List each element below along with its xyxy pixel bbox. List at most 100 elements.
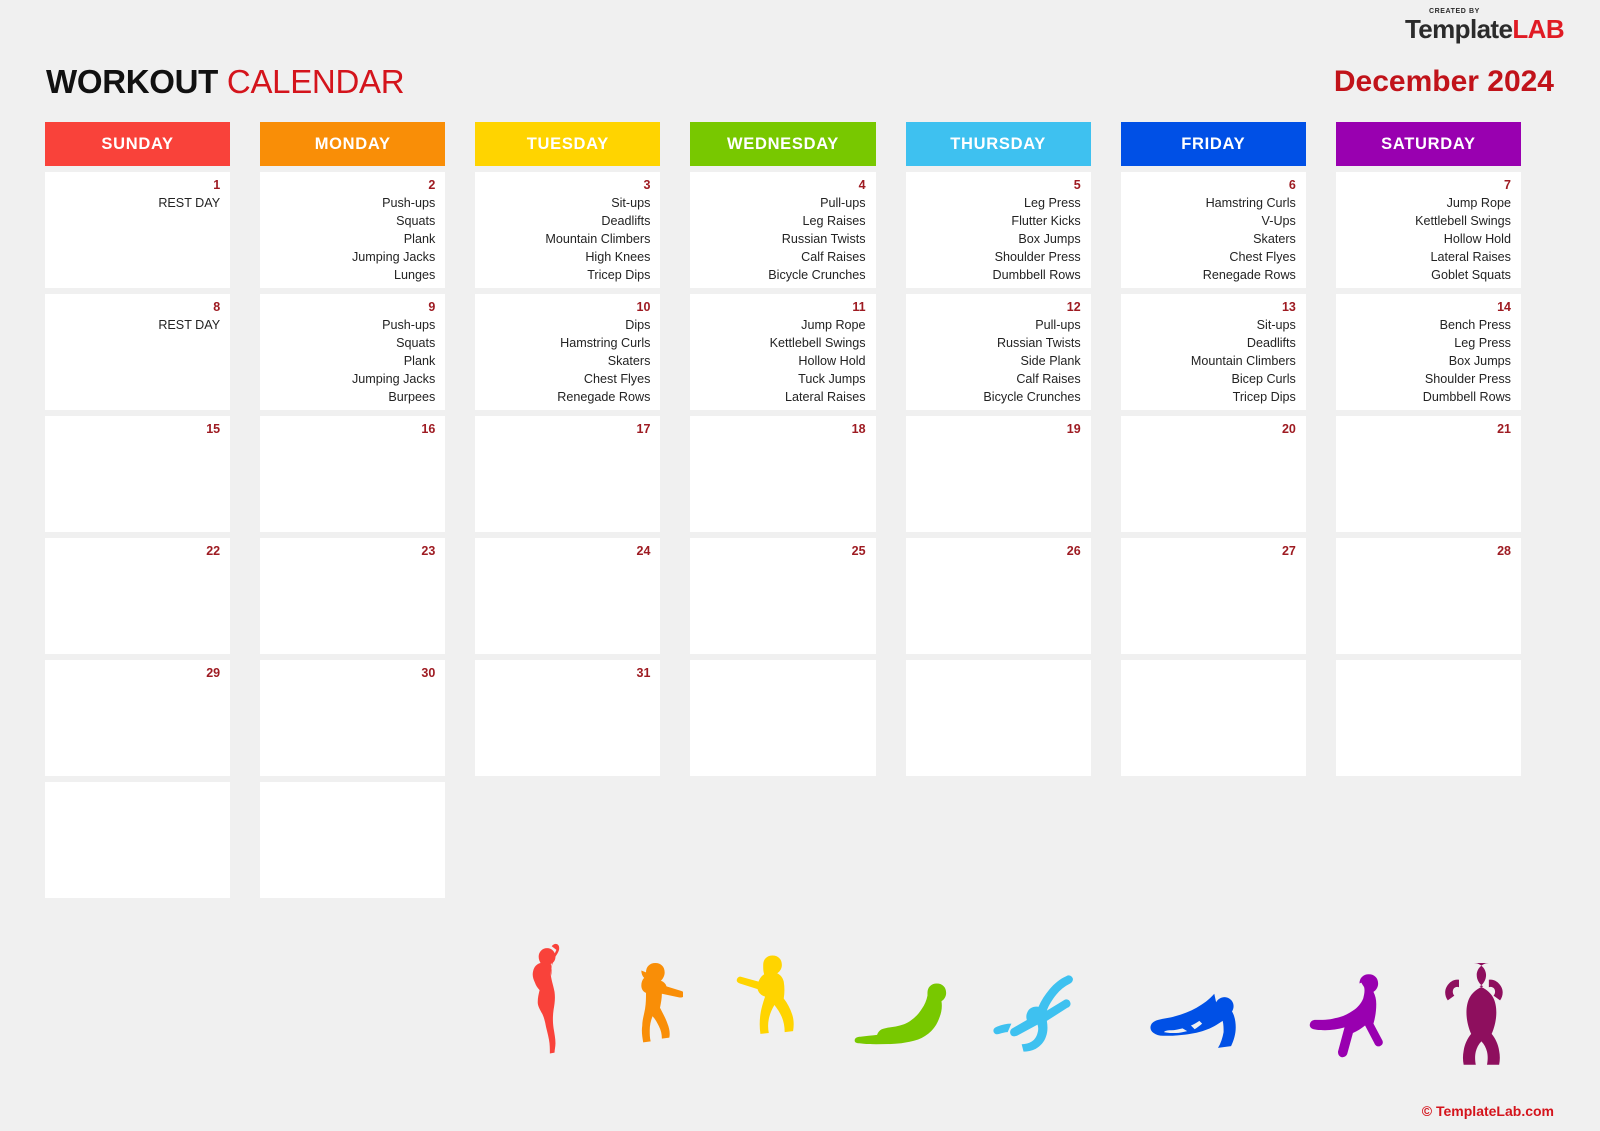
calendar-day-cell[interactable]: 30 (260, 660, 446, 776)
calendar-day-cell[interactable]: 9 Push-ups Squats Plank Jumping Jacks Burpees (260, 294, 446, 410)
calendar-grid: SUNDAY MONDAY TUESDAY WEDNESDAY THURSDAY FRID… (45, 122, 1521, 898)
exercise-item: Push-ups (382, 196, 436, 210)
calendar-week-row: 1 REST DAY 2 Push-ups Squats Plank Jumping Jac… (45, 172, 1521, 288)
calendar-empty-cell[interactable] (905, 660, 1091, 776)
calendar-day-cell[interactable]: 28 (1335, 538, 1521, 654)
day-number: 26 (1066, 544, 1081, 558)
calendar-day-cell[interactable]: 29 (45, 660, 231, 776)
exercise-item: Push-ups (382, 318, 436, 332)
day-header-thursday: THURSDAY (905, 122, 1091, 166)
calendar-day-cell[interactable]: 5 Leg Press Flutter Kicks Box Jumps Shoulder… (905, 172, 1091, 288)
exercise-item: Tricep Dips (587, 268, 651, 282)
calendar-day-cell[interactable]: 17 (475, 416, 661, 532)
exercise-item: Hamstring Curls (560, 336, 651, 350)
calendar-empty-cell[interactable] (45, 782, 231, 898)
title-workout-text: WORKOUT (46, 63, 219, 100)
exercise-silhouettes (520, 930, 1520, 1075)
calendar-empty-cell[interactable] (1335, 660, 1521, 776)
lunge-stretch-figure (1310, 974, 1384, 1058)
exercise-item: Box Jumps (1448, 354, 1511, 368)
exercise-list: Jump Rope Kettlebell Swings Hollow Hold Tuc… (698, 316, 866, 406)
calendar-day-cell[interactable]: 14 Bench Press Leg Press Box Jumps Shoulder … (1335, 294, 1521, 410)
calendar-day-cell[interactable]: 2 Push-ups Squats Plank Jumping Jacks Lunges (260, 172, 446, 288)
calendar-day-cell[interactable]: 20 (1120, 416, 1306, 532)
exercise-item: Dumbbell Rows (992, 268, 1081, 282)
calendar-day-cell[interactable]: 24 (475, 538, 661, 654)
day-header-monday: MONDAY (260, 122, 446, 166)
title-calendar-text: CALENDAR (226, 63, 405, 100)
exercise-list: Pull-ups Leg Raises Russian Twists Calf Rai… (698, 194, 865, 284)
day-number: 5 (1073, 178, 1081, 192)
calendar-empty-cell[interactable] (260, 782, 446, 898)
day-header-friday: FRIDAY (1120, 122, 1306, 166)
calendar-day-cell[interactable]: 18 (690, 416, 876, 532)
day-number: 22 (206, 544, 221, 558)
calendar-empty-cell (1336, 782, 1521, 898)
exercise-item: Squats (396, 336, 436, 350)
cobra-stretch-figure (854, 983, 947, 1045)
exercise-item: V-Ups (1261, 214, 1296, 228)
exercise-item: Jumping Jacks (351, 372, 436, 386)
plank-figure (1150, 993, 1236, 1048)
calendar-empty-cell[interactable] (690, 660, 876, 776)
day-number: 28 (1497, 544, 1511, 558)
day-number: 25 (851, 544, 866, 558)
day-header-row: SUNDAY MONDAY TUESDAY WEDNESDAY THURSDAY FRID… (45, 122, 1521, 166)
calendar-day-cell[interactable]: 8 REST DAY (45, 294, 231, 410)
calendar-day-cell[interactable]: 27 (1120, 538, 1306, 654)
calendar-day-cell[interactable]: 23 (260, 538, 446, 654)
calendar-day-cell[interactable]: 13 Sit-ups Deadlifts Mountain Climbers Bicep… (1120, 294, 1306, 410)
calendar-day-cell[interactable]: 25 (690, 538, 876, 654)
logo-template-text: Template (1404, 14, 1513, 44)
exercise-item: Dumbbell Rows (1422, 390, 1511, 404)
page-title: WORKOUT CALENDAR (46, 63, 405, 101)
exercise-list: Pull-ups Russian Twists Side Plank Calf Rai… (914, 316, 1080, 406)
calendar-day-cell[interactable]: 10 Dips Hamstring Curls Skaters Chest Flyes R… (475, 294, 661, 410)
exercise-item: REST DAY (158, 318, 221, 332)
exercise-item: Mountain Climbers (545, 232, 651, 246)
exercise-item: Mountain Climbers (1190, 354, 1296, 368)
calendar-day-cell[interactable]: 1 REST DAY (45, 172, 231, 288)
calendar-day-cell[interactable]: 21 (1335, 416, 1521, 532)
exercise-item: High Knees (585, 250, 651, 264)
exercise-list: Sit-ups Deadlifts Mountain Climbers High Kn… (483, 194, 650, 284)
calendar-day-cell[interactable]: 22 (45, 538, 231, 654)
day-number: 4 (858, 178, 866, 192)
exercise-item: Box Jumps (1018, 232, 1081, 246)
squat-punch-figure (640, 963, 683, 1043)
day-number: 20 (1281, 422, 1296, 436)
calendar-day-cell[interactable]: 7 Jump Rope Kettlebell Swings Hollow Hold La… (1335, 172, 1521, 288)
calendar-weeks: 1 REST DAY 2 Push-ups Squats Plank Jumping Jac… (45, 172, 1521, 898)
exercise-item: Hamstring Curls (1205, 196, 1296, 210)
exercise-item: Skaters (607, 354, 651, 368)
calendar-day-cell[interactable]: 4 Pull-ups Leg Raises Russian Twists Calf Ra… (690, 172, 876, 288)
exercise-item: Leg Press (1024, 196, 1081, 210)
exercise-item: Hollow Hold (1443, 232, 1511, 246)
calendar-day-cell[interactable]: 11 Jump Rope Kettlebell Swings Hollow Hold T… (690, 294, 876, 410)
exercise-item: Sit-ups (611, 196, 651, 210)
day-header-tuesday: TUESDAY (475, 122, 661, 166)
exercise-item: Bicep Curls (1231, 372, 1296, 386)
day-number: 29 (206, 666, 221, 680)
calendar-day-cell[interactable]: 15 (45, 416, 231, 532)
day-number: 6 (1288, 178, 1296, 192)
calendar-day-cell[interactable]: 16 (260, 416, 446, 532)
day-number: 15 (206, 422, 221, 436)
calendar-empty-cell[interactable] (1120, 660, 1306, 776)
exercise-item: Deadlifts (601, 214, 651, 228)
exercise-item: Renegade Rows (1202, 268, 1296, 282)
calendar-day-cell[interactable]: 19 (905, 416, 1091, 532)
calendar-day-cell[interactable]: 12 Pull-ups Russian Twists Side Plank Calf R… (905, 294, 1091, 410)
calendar-day-cell[interactable]: 26 (905, 538, 1091, 654)
day-header-sunday: SUNDAY (45, 122, 231, 166)
day-number: 10 (636, 300, 651, 314)
calendar-day-cell[interactable]: 31 (475, 660, 661, 776)
day-number: 1 (213, 178, 221, 192)
calendar-day-cell[interactable]: 6 Hamstring Curls V-Ups Skaters Chest Flyes R… (1120, 172, 1306, 288)
calendar-week-row: 15 16 17 18 19 20 21 (45, 416, 1521, 532)
calendar-day-cell[interactable]: 3 Sit-ups Deadlifts Mountain Climbers High K… (475, 172, 661, 288)
exercise-list: Dips Hamstring Curls Skaters Chest Flyes Ren… (483, 316, 650, 406)
exercise-item: Bench Press (1439, 318, 1511, 332)
exercise-item: Plank (403, 354, 436, 368)
exercise-list: Push-ups Squats Plank Jumping Jacks Lunges (268, 194, 435, 284)
